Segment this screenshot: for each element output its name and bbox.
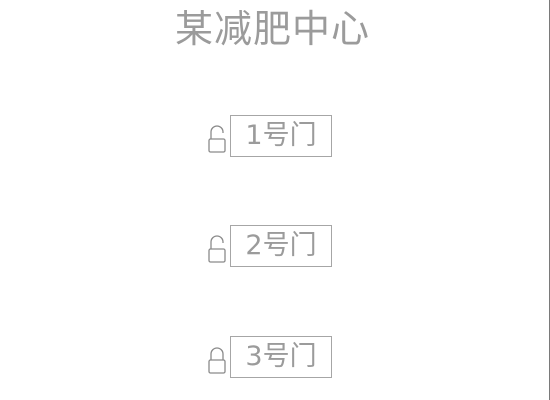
door-row-1: 1号门 — [206, 114, 332, 158]
app-window: 某减肥中心 1号门 2号门 3号门 — [0, 0, 550, 400]
unlocked-padlock-icon — [206, 118, 228, 154]
door-1-button[interactable]: 1号门 — [230, 115, 332, 157]
door-row-2: 2号门 — [206, 224, 332, 268]
page-title: 某减肥中心 — [174, 7, 370, 51]
door-row-3: 3号门 — [206, 335, 332, 379]
locked-padlock-icon — [206, 339, 228, 375]
unlocked-padlock-icon — [206, 228, 228, 264]
door-3-button[interactable]: 3号门 — [230, 336, 332, 378]
door-2-button[interactable]: 2号门 — [230, 225, 332, 267]
